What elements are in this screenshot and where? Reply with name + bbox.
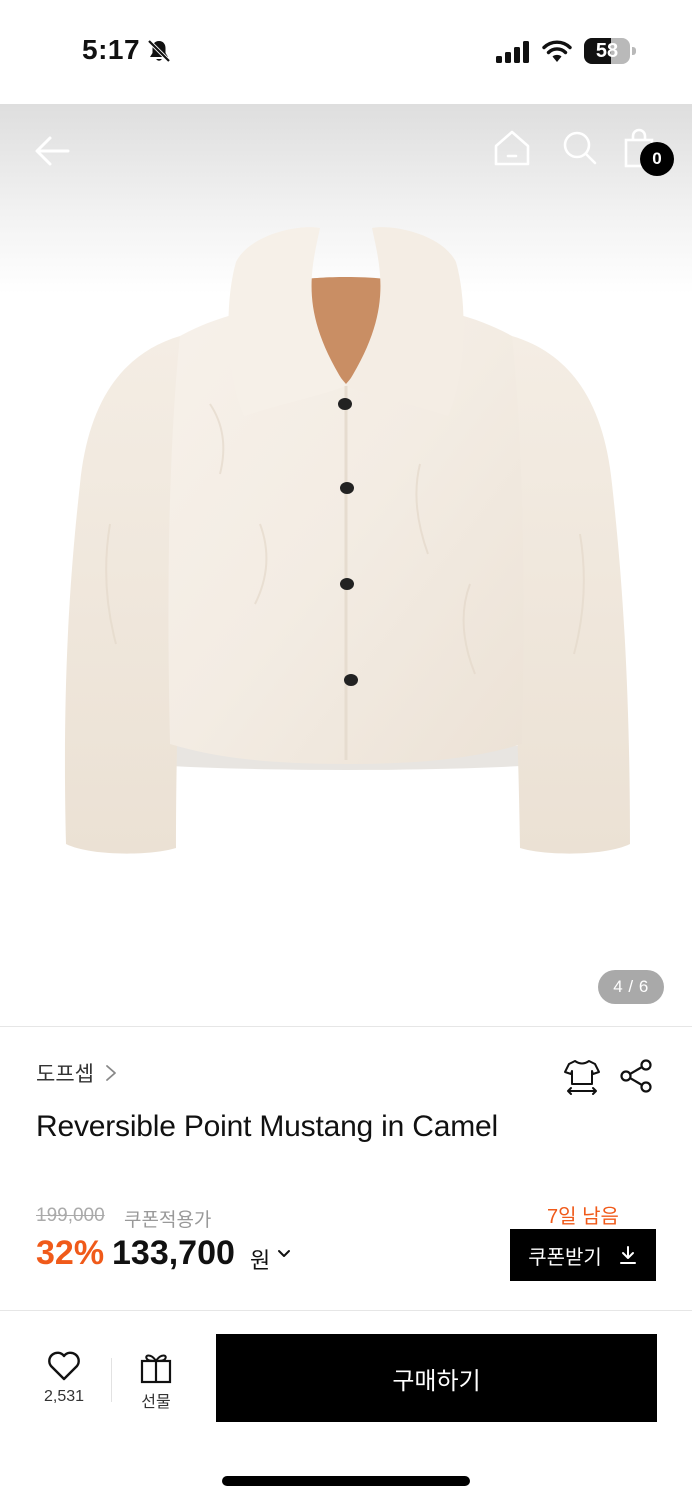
home-icon[interactable] bbox=[492, 128, 532, 168]
gift-label: 선물 bbox=[141, 1394, 171, 1411]
battery-icon: 58 bbox=[584, 38, 636, 64]
like-count: 2,531 bbox=[43, 1388, 85, 1405]
status-time: 5:17 bbox=[82, 34, 141, 65]
coupon-applied-label: 쿠폰적용가 bbox=[124, 1210, 212, 1231]
battery-level: 58 bbox=[595, 40, 619, 62]
wifi-icon bbox=[542, 40, 572, 62]
brand-link[interactable]: 도프셉 bbox=[36, 1058, 118, 1088]
product-image bbox=[64, 227, 630, 854]
coupon-days-left: 7일 남음 bbox=[547, 1206, 619, 1228]
home-indicator bbox=[222, 1476, 470, 1486]
heart-icon bbox=[48, 1351, 80, 1381]
status-bar: 5:17 58 bbox=[0, 0, 692, 104]
buy-button[interactable]: 구매하기 bbox=[216, 1334, 657, 1422]
chevron-down-icon[interactable] bbox=[276, 1247, 292, 1261]
search-icon[interactable] bbox=[560, 128, 598, 166]
gift-button[interactable]: 선물 bbox=[124, 1350, 188, 1414]
discount-rate: 32% bbox=[36, 1234, 105, 1272]
get-coupon-label: 쿠폰받기 bbox=[528, 1246, 602, 1269]
like-button[interactable]: 2,531 bbox=[30, 1350, 98, 1414]
chevron-right-icon bbox=[106, 1065, 116, 1081]
sale-price: 133,700 bbox=[112, 1234, 235, 1272]
download-icon bbox=[619, 1246, 636, 1264]
original-price: 199,000 bbox=[36, 1205, 105, 1226]
bell-slash-icon bbox=[147, 39, 171, 63]
divider bbox=[0, 1310, 692, 1311]
gift-icon bbox=[140, 1354, 172, 1384]
gallery-page-indicator: 4 / 6 bbox=[598, 970, 664, 1004]
divider bbox=[0, 1026, 692, 1027]
get-coupon-button[interactable]: 쿠폰받기 bbox=[510, 1229, 656, 1281]
back-arrow-icon[interactable] bbox=[32, 130, 74, 172]
divider bbox=[111, 1358, 112, 1402]
signal-icon bbox=[496, 41, 529, 63]
buy-button-label: 구매하기 bbox=[392, 1367, 481, 1395]
size-guide-icon[interactable] bbox=[562, 1058, 602, 1096]
share-icon[interactable] bbox=[618, 1058, 654, 1094]
currency-unit: 원 bbox=[250, 1248, 271, 1273]
product-gallery[interactable]: 0 4 / 6 bbox=[0, 104, 692, 1026]
cart-count-badge[interactable]: 0 bbox=[640, 142, 674, 176]
product-title: Reversible Point Mustang in Camel bbox=[36, 1110, 498, 1143]
brand-name: 도프셉 bbox=[36, 1063, 94, 1086]
